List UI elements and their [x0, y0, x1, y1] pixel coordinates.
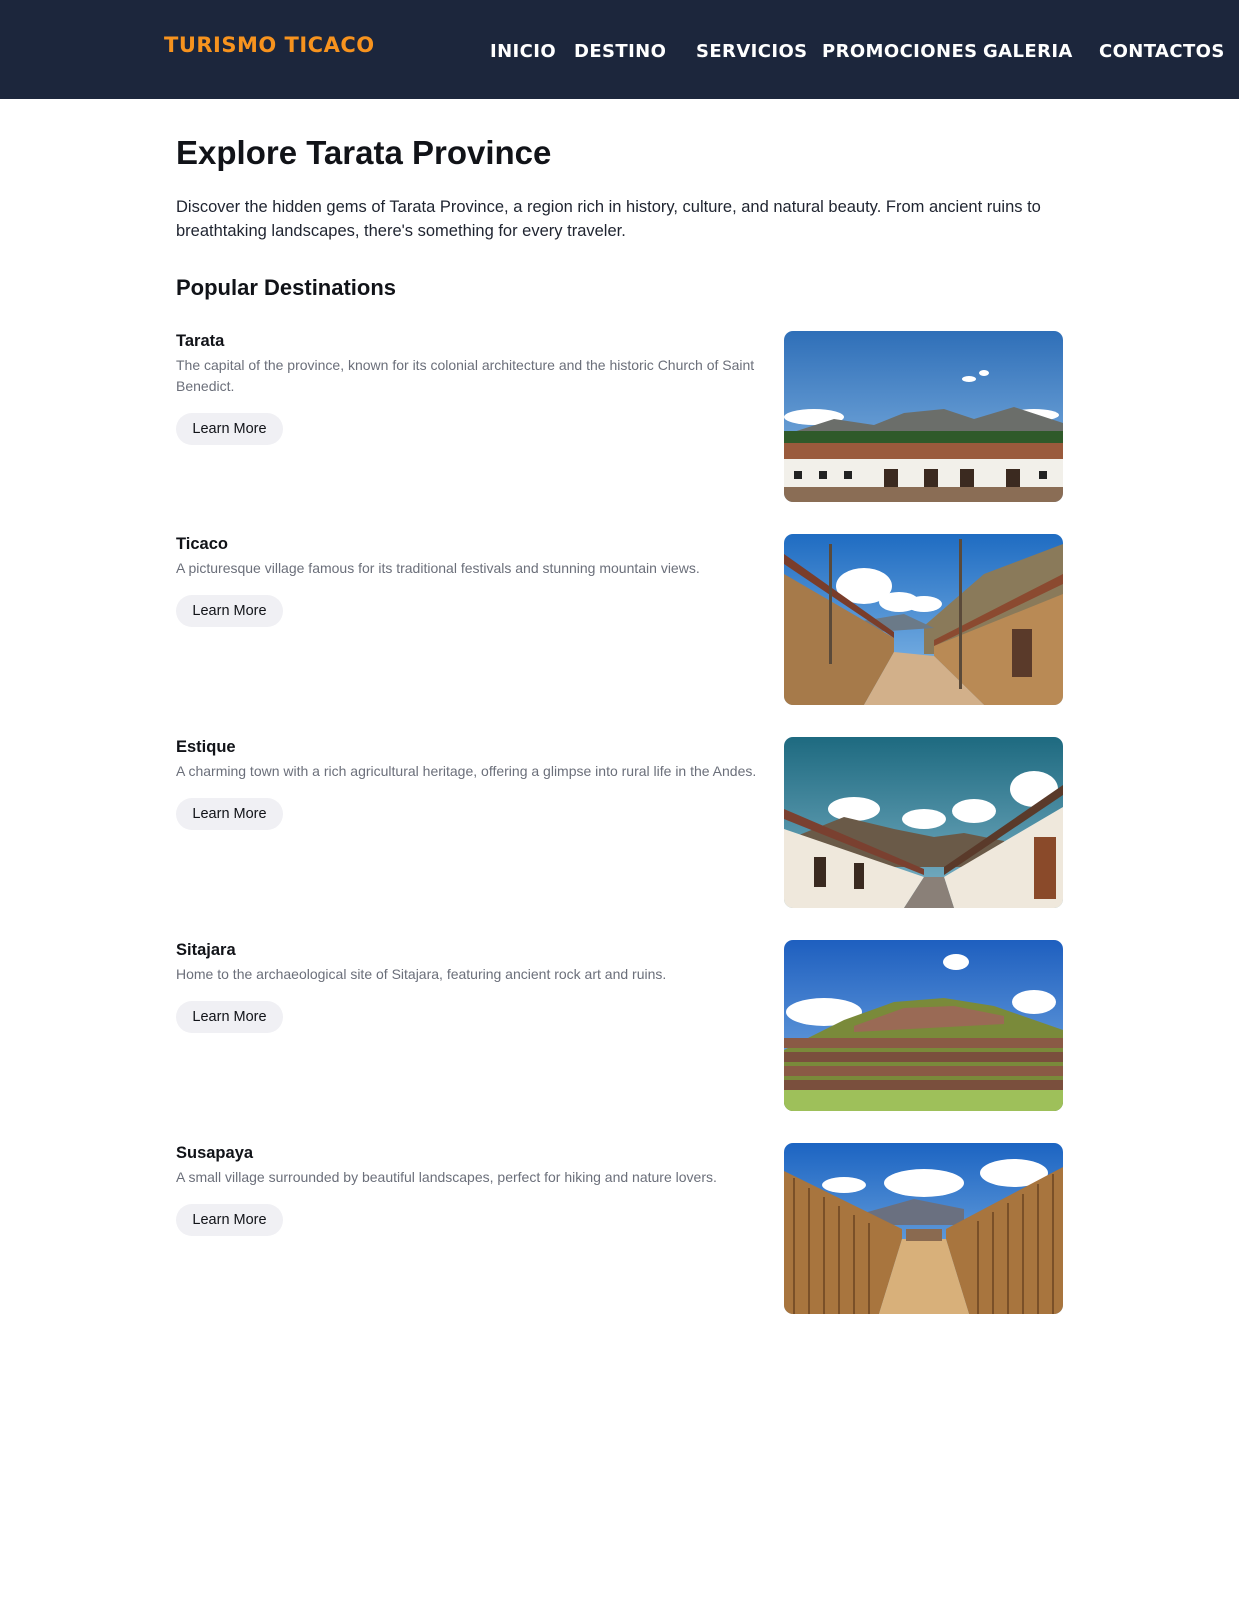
destination-image-ticaco[interactable] — [784, 534, 1063, 705]
nav-destino[interactable]: DESTINO — [574, 41, 666, 62]
brand-logo[interactable]: TURISMO TICACO — [164, 33, 375, 57]
learn-more-button-estique[interactable]: Learn More — [176, 798, 283, 830]
nav-promociones[interactable]: PROMOCIONES — [822, 41, 978, 62]
destination-image-tarata[interactable] — [784, 331, 1063, 502]
town-street-photo — [784, 737, 1063, 908]
colonial-building-photo — [784, 331, 1063, 502]
nav-servicios[interactable]: SERVICIOS — [696, 41, 808, 62]
nav-contactos[interactable]: CONTACTOS — [1099, 41, 1225, 62]
intro-text: Discover the hidden gems of Tarata Provi… — [176, 198, 1041, 240]
top-navbar: TURISMO TICACO INICIO DESTINO SERVICIOS … — [0, 0, 1239, 99]
destination-name-ticaco: Ticaco — [176, 535, 228, 553]
destination-image-sitajara[interactable] — [784, 940, 1063, 1111]
destination-description-susapaya: A small village surrounded by beautiful … — [176, 1169, 717, 1185]
nav-inicio[interactable]: INICIO — [490, 41, 556, 62]
learn-more-button-tarata[interactable]: Learn More — [176, 413, 283, 445]
section-title: Popular Destinations — [176, 275, 397, 300]
page-title: Explore Tarata Province — [176, 134, 552, 171]
destination-description-sitajara: Home to the archaeological site of Sitaj… — [176, 966, 667, 982]
village-street-photo — [784, 534, 1063, 705]
learn-more-button-susapaya[interactable]: Learn More — [176, 1204, 283, 1236]
destination-name-susapaya: Susapaya — [176, 1144, 254, 1162]
terraced-ruins-photo — [784, 940, 1063, 1111]
wooden-alley-photo — [784, 1143, 1063, 1314]
destination-description-ticaco: A picturesque village famous for its tra… — [176, 560, 700, 576]
destination-image-susapaya[interactable] — [784, 1143, 1063, 1314]
learn-more-button-sitajara[interactable]: Learn More — [176, 1001, 283, 1033]
learn-more-button-ticaco[interactable]: Learn More — [176, 595, 283, 627]
destination-image-estique[interactable] — [784, 737, 1063, 908]
destination-name-estique: Estique — [176, 738, 236, 756]
nav-galeria[interactable]: GALERIA — [983, 41, 1073, 62]
destination-name-tarata: Tarata — [176, 332, 225, 350]
destination-name-sitajara: Sitajara — [176, 941, 236, 959]
destination-description-estique: A charming town with a rich agricultural… — [176, 763, 757, 779]
destination-description-tarata: The capital of the province, known for i… — [176, 357, 755, 394]
